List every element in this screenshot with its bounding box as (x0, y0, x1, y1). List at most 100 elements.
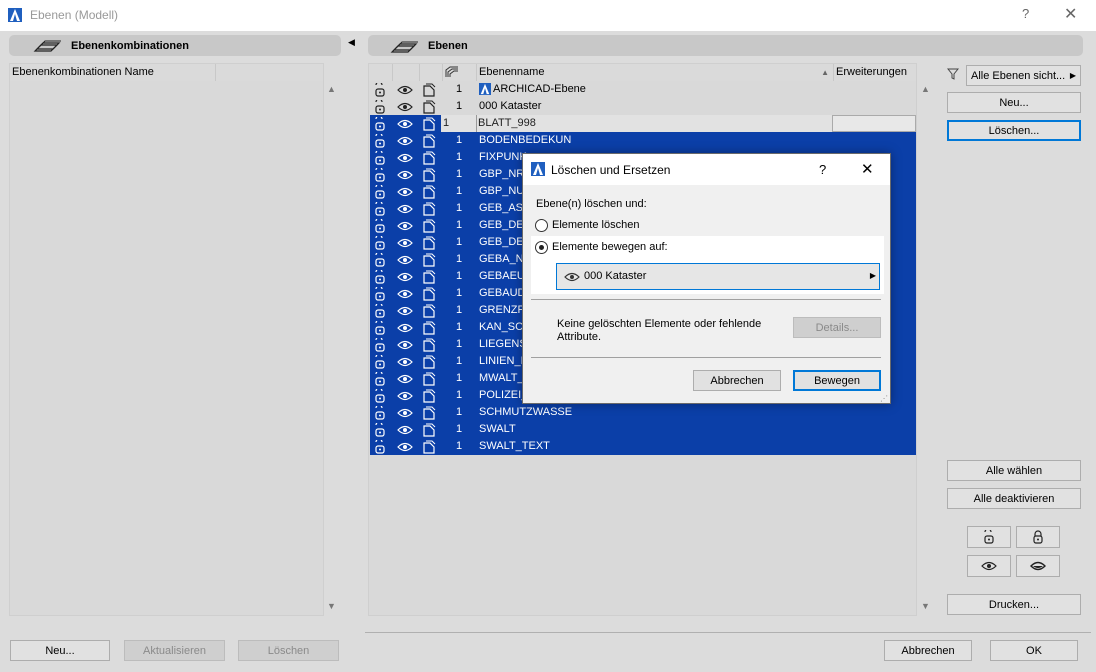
solid-model-icon[interactable] (422, 202, 436, 216)
unlock-icon[interactable] (373, 389, 387, 403)
solid-model-icon[interactable] (422, 83, 436, 97)
unlock-icon[interactable] (373, 406, 387, 420)
unlock-icon[interactable] (373, 151, 387, 165)
dialog-close-button[interactable]: ✕ (861, 160, 874, 178)
solid-model-icon[interactable] (422, 270, 436, 284)
main-cancel-button[interactable]: Abbrechen (884, 640, 972, 661)
dialog-cancel-button[interactable]: Abbrechen (693, 370, 781, 391)
unlock-icon[interactable] (373, 338, 387, 352)
eye-icon[interactable] (397, 306, 413, 316)
option-move-elements[interactable]: Elemente bewegen auf: (535, 240, 775, 256)
radio-delete-elements[interactable] (535, 219, 548, 232)
unlock-icon[interactable] (373, 372, 387, 386)
print-button[interactable]: Drucken... (947, 594, 1081, 615)
eye-icon[interactable] (397, 85, 413, 95)
solid-model-icon[interactable] (422, 423, 436, 437)
details-button[interactable]: Details... (793, 317, 881, 338)
unlock-icon[interactable] (373, 287, 387, 301)
close-button[interactable]: ✕ (1064, 4, 1077, 24)
solid-model-icon[interactable] (422, 253, 436, 267)
combination-delete-button[interactable]: Löschen (238, 640, 339, 661)
combination-new-button[interactable]: Neu... (10, 640, 110, 661)
layer-name-edit-field[interactable]: 1 BLATT_998 (441, 115, 887, 132)
eye-icon[interactable] (397, 425, 413, 435)
column-header-layer-name[interactable]: Ebenenname ▲ (477, 64, 834, 81)
solid-model-icon[interactable] (422, 168, 436, 182)
layer-row[interactable]: 1 ARCHICAD-Ebene (370, 81, 916, 98)
solid-model-icon[interactable] (422, 151, 436, 165)
radio-move-elements[interactable] (535, 241, 548, 254)
unlock-icon[interactable] (373, 304, 387, 318)
dialog-help-button[interactable]: ? (819, 162, 826, 177)
eye-icon[interactable] (397, 119, 413, 129)
solid-model-icon[interactable] (422, 117, 436, 131)
help-button[interactable]: ? (1022, 6, 1029, 21)
eye-icon[interactable] (397, 102, 413, 112)
solid-model-icon[interactable] (422, 304, 436, 318)
unlock-icon[interactable] (373, 270, 387, 284)
unlock-icon[interactable] (373, 440, 387, 454)
eye-icon[interactable] (397, 374, 413, 384)
unlock-icon[interactable] (373, 168, 387, 182)
layer-row[interactable]: 1 BODENBEDEKUN (370, 132, 916, 149)
dialog-move-button[interactable]: Bewegen (793, 370, 881, 391)
eye-icon[interactable] (397, 272, 413, 282)
unlock-icon[interactable] (373, 355, 387, 369)
solid-model-icon[interactable] (422, 338, 436, 352)
layer-extensions-field[interactable] (832, 115, 916, 132)
show-button[interactable] (967, 555, 1011, 577)
column-header-intersection[interactable] (443, 64, 477, 81)
solid-model-icon[interactable] (422, 236, 436, 250)
column-header-combination-name[interactable]: Ebenenkombinationen Name (10, 64, 216, 81)
eye-icon[interactable] (397, 340, 413, 350)
deselect-all-button[interactable]: Alle deaktivieren (947, 488, 1081, 509)
solid-model-icon[interactable] (422, 372, 436, 386)
solid-model-icon[interactable] (422, 287, 436, 301)
unlock-icon[interactable] (373, 83, 387, 97)
resize-grip-icon[interactable]: ⋰ (880, 394, 888, 403)
unlock-icon[interactable] (373, 321, 387, 335)
hide-button[interactable] (1016, 555, 1060, 577)
select-all-button[interactable]: Alle wählen (947, 460, 1081, 481)
scroll-down-icon[interactable]: ▼ (327, 601, 336, 611)
solid-model-icon[interactable] (422, 100, 436, 114)
column-header-extensions[interactable]: Erweiterungen (834, 64, 916, 81)
solid-model-icon[interactable] (422, 406, 436, 420)
eye-icon[interactable] (397, 187, 413, 197)
eye-icon[interactable] (397, 323, 413, 333)
layer-delete-button[interactable]: Löschen... (947, 120, 1081, 141)
eye-icon[interactable] (397, 255, 413, 265)
combination-update-button[interactable]: Aktualisieren (124, 640, 225, 661)
unlock-icon[interactable] (373, 185, 387, 199)
unlock-icon[interactable] (373, 117, 387, 131)
layer-filter-dropdown[interactable]: Alle Ebenen sicht... ▶ (966, 65, 1081, 86)
solid-model-icon[interactable] (422, 321, 436, 335)
solid-model-icon[interactable] (422, 355, 436, 369)
unlock-icon[interactable] (373, 423, 387, 437)
layer-combinations-list[interactable]: Ebenenkombinationen Name (9, 63, 324, 616)
eye-icon[interactable] (397, 391, 413, 401)
eye-icon[interactable] (397, 357, 413, 367)
eye-icon[interactable] (397, 289, 413, 299)
solid-model-icon[interactable] (422, 440, 436, 454)
eye-icon[interactable] (397, 136, 413, 146)
unlock-icon[interactable] (373, 253, 387, 267)
scroll-up-icon[interactable]: ▲ (327, 84, 336, 94)
unlock-icon[interactable] (373, 202, 387, 216)
layers-scroll-up-icon[interactable]: ▲ (921, 84, 930, 94)
layers-scroll-down-icon[interactable]: ▼ (921, 601, 930, 611)
option-delete-elements[interactable]: Elemente löschen (535, 218, 775, 234)
collapse-left-arrow-icon[interactable]: ◀ (348, 37, 355, 48)
solid-model-icon[interactable] (422, 389, 436, 403)
eye-icon[interactable] (397, 238, 413, 248)
target-layer-dropdown[interactable]: 000 Kataster ▶ (556, 263, 880, 290)
eye-icon[interactable] (397, 170, 413, 180)
eye-icon[interactable] (397, 153, 413, 163)
solid-model-icon[interactable] (422, 219, 436, 233)
unlock-icon[interactable] (373, 134, 387, 148)
eye-icon[interactable] (397, 221, 413, 231)
solid-model-icon[interactable] (422, 134, 436, 148)
unlock-icon[interactable] (373, 219, 387, 233)
layer-row[interactable]: 1 BLATT_998 (370, 115, 916, 132)
unlock-icon[interactable] (373, 100, 387, 114)
